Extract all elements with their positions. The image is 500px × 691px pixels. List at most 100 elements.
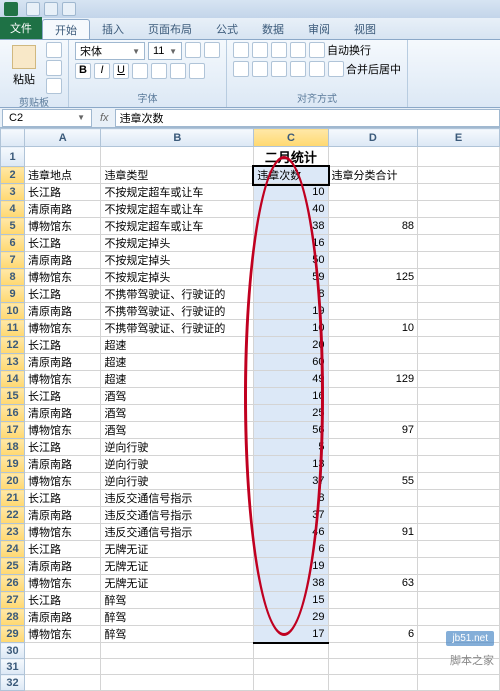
cell[interactable] [418,371,500,388]
cell[interactable] [328,609,418,626]
cell[interactable]: 博物馆东 [25,473,101,490]
cell[interactable]: 清原南路 [25,609,101,626]
cell[interactable] [418,235,500,252]
cell[interactable]: 长江路 [25,541,101,558]
cell[interactable] [328,337,418,354]
cell[interactable]: 63 [328,575,418,592]
orientation-icon[interactable] [290,42,306,58]
font-name-select[interactable]: 宋体▼ [75,42,145,60]
row-header[interactable]: 28 [1,609,25,626]
tab-file[interactable]: 文件 [0,17,42,39]
cell[interactable]: 逆向行驶 [101,456,254,473]
cell[interactable]: 长江路 [25,337,101,354]
cell[interactable] [418,541,500,558]
formula-input[interactable]: 违章次数 [115,109,500,127]
cell[interactable] [418,286,500,303]
row-header[interactable]: 11 [1,320,25,337]
row-header[interactable]: 4 [1,201,25,218]
cell[interactable]: 13 [254,456,328,473]
cell[interactable]: 不携带驾驶证、行驶证的 [101,303,254,320]
cell[interactable]: 无牌无证 [101,558,254,575]
cell[interactable]: 长江路 [25,490,101,507]
wrap-text-button[interactable]: 自动换行 [309,42,371,58]
cell[interactable] [328,354,418,371]
row-header[interactable]: 9 [1,286,25,303]
row-header[interactable]: 8 [1,269,25,286]
tab-formulas[interactable]: 公式 [204,19,250,39]
cell[interactable] [418,337,500,354]
cell[interactable] [418,269,500,286]
cell[interactable] [418,524,500,541]
cell[interactable] [328,541,418,558]
cell[interactable] [328,405,418,422]
cell[interactable] [418,303,500,320]
cell[interactable] [418,218,500,235]
cell[interactable]: 40 [254,201,328,218]
cell[interactable]: 博物馆东 [25,371,101,388]
cell[interactable] [418,320,500,337]
cell[interactable]: 清原南路 [25,456,101,473]
col-header[interactable]: A [25,129,101,147]
row-header[interactable]: 14 [1,371,25,388]
row-header[interactable]: 23 [1,524,25,541]
row-header[interactable]: 1 [1,147,25,167]
cell[interactable]: 逆向行驶 [101,439,254,456]
cell[interactable] [418,592,500,609]
font-size-select[interactable]: 11▼ [148,42,182,60]
cell[interactable] [418,473,500,490]
phonetic-icon[interactable] [189,63,205,79]
row-header[interactable]: 15 [1,388,25,405]
cell[interactable]: 清原南路 [25,252,101,269]
cell[interactable] [418,405,500,422]
underline-button[interactable]: U [113,63,129,79]
cell[interactable]: 博物馆东 [25,575,101,592]
cell[interactable]: 56 [254,422,328,439]
col-header[interactable]: C [254,129,328,147]
cell[interactable] [418,456,500,473]
format-painter-icon[interactable] [46,78,62,94]
cell[interactable]: 6 [254,541,328,558]
row-header[interactable]: 13 [1,354,25,371]
align-top-icon[interactable] [233,42,249,58]
select-all[interactable] [1,129,25,147]
fx-icon[interactable]: fx [94,112,115,124]
cell[interactable]: 19 [254,558,328,575]
row-header[interactable]: 21 [1,490,25,507]
cell[interactable]: 超速 [101,337,254,354]
cell[interactable] [418,184,500,201]
row-header[interactable]: 26 [1,575,25,592]
align-right-icon[interactable] [271,61,287,77]
cell[interactable] [418,422,500,439]
cell[interactable]: 清原南路 [25,201,101,218]
cell[interactable]: 违反交通信号指示 [101,507,254,524]
cell[interactable]: 醉驾 [101,592,254,609]
row-header[interactable]: 6 [1,235,25,252]
cell[interactable]: 博物馆东 [25,218,101,235]
align-bottom-icon[interactable] [271,42,287,58]
cell[interactable] [328,592,418,609]
cell[interactable]: 醉驾 [101,626,254,643]
cell[interactable]: 清原南路 [25,405,101,422]
col-header[interactable]: B [101,129,254,147]
cell[interactable]: 博物馆东 [25,524,101,541]
row-header[interactable]: 31 [1,659,25,675]
cell[interactable]: 超速 [101,371,254,388]
row-header[interactable]: 5 [1,218,25,235]
cell[interactable] [418,354,500,371]
cut-icon[interactable] [46,42,62,58]
cell[interactable]: 不按规定掉头 [101,235,254,252]
row-header[interactable]: 17 [1,422,25,439]
indent-inc-icon[interactable] [309,61,325,77]
cell[interactable]: 91 [328,524,418,541]
row-header[interactable]: 2 [1,167,25,184]
row-header[interactable]: 24 [1,541,25,558]
cell[interactable]: 16 [254,235,328,252]
cell[interactable]: 6 [328,626,418,643]
cell[interactable]: 16 [254,388,328,405]
cell[interactable] [418,167,500,184]
cell[interactable]: 博物馆东 [25,269,101,286]
tab-review[interactable]: 审阅 [296,19,342,39]
cell[interactable] [418,558,500,575]
font-color-icon[interactable] [170,63,186,79]
row-header[interactable]: 18 [1,439,25,456]
